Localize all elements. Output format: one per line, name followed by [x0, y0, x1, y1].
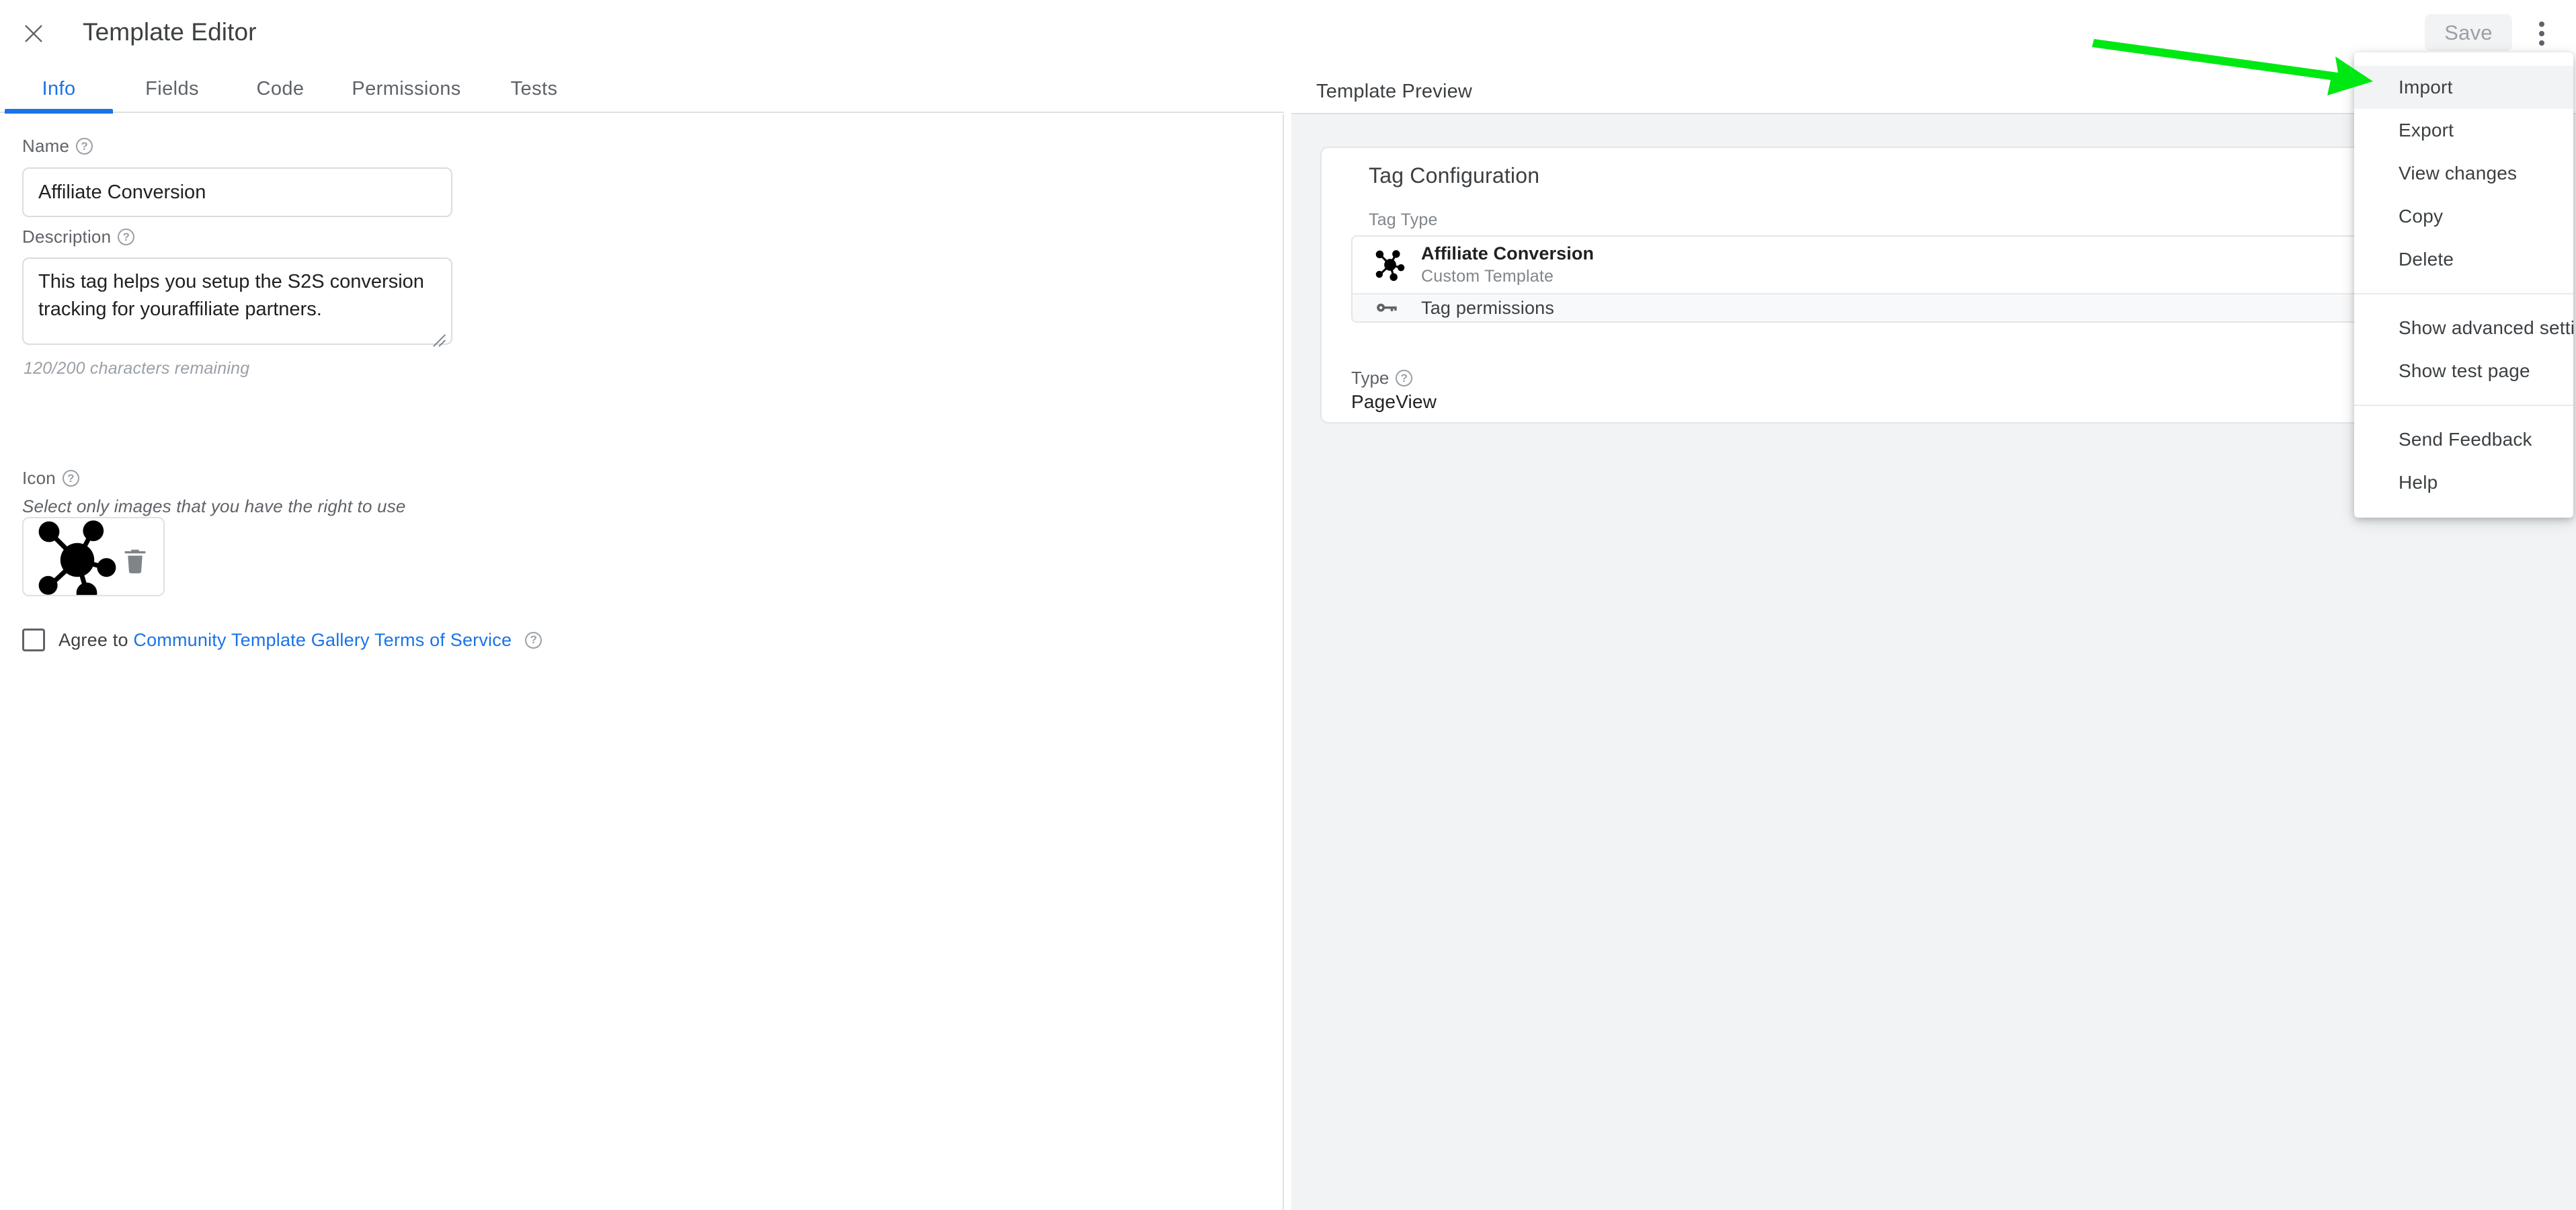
menu-item-export[interactable]: Export: [2354, 109, 2573, 152]
description-textarea[interactable]: [22, 257, 452, 345]
tab-code[interactable]: Code: [227, 66, 334, 112]
icon-rights-hint: Select only images that you have the rig…: [22, 496, 406, 516]
tag-type-name: Affiliate Conversion: [1421, 243, 1595, 264]
page-title: Template Editor: [83, 18, 257, 46]
agree-terms-row: Agree to Community Template Gallery Term…: [22, 629, 542, 651]
name-input[interactable]: [22, 167, 452, 217]
close-icon: [25, 25, 42, 42]
menu-item-show-test-page[interactable]: Show test page: [2354, 350, 2573, 393]
agree-terms-checkbox[interactable]: [22, 629, 45, 651]
menu-item-send-feedback[interactable]: Send Feedback: [2354, 418, 2573, 461]
key-icon: [1377, 303, 1397, 312]
tag-type-subtitle: Custom Template: [1421, 267, 1554, 286]
editor-tabs: Info Fields Code Permissions Tests: [0, 66, 1284, 114]
more-vert-icon: [2539, 22, 2544, 27]
hub-network-icon: [1375, 250, 1405, 281]
tag-type-row[interactable]: Affiliate Conversion Custom Template: [1353, 237, 2523, 293]
tag-configuration-title: Tag Configuration: [1369, 163, 1540, 188]
template-editor-window: Template Editor Save Info Fields Code Pe…: [0, 0, 2576, 1210]
overflow-menu: Import Export View changes Copy Delete S…: [2354, 52, 2576, 518]
tab-fields[interactable]: Fields: [118, 66, 227, 112]
help-icon[interactable]: ?: [1396, 370, 1413, 387]
type-label-group: Type ?: [1351, 368, 1413, 389]
trash-icon: [124, 549, 146, 573]
menu-item-copy[interactable]: Copy: [2354, 195, 2573, 238]
description-char-count: 120/200 characters remaining: [24, 359, 250, 378]
more-vert-button[interactable]: [2524, 16, 2559, 51]
menu-separator-2: [2354, 405, 2573, 406]
more-vert-icon-dot3: [2539, 40, 2544, 46]
tab-permissions[interactable]: Permissions: [334, 66, 479, 112]
description-label: Description: [22, 227, 112, 247]
tag-permissions-label: Tag permissions: [1421, 297, 1555, 318]
help-icon[interactable]: ?: [525, 631, 542, 649]
menu-item-delete[interactable]: Delete: [2354, 238, 2573, 281]
type-label: Type: [1351, 368, 1390, 388]
tab-tests[interactable]: Tests: [479, 66, 590, 112]
active-tab-indicator: [5, 109, 113, 114]
agree-prefix: Agree to: [58, 629, 134, 650]
tag-type-label: Tag Type: [1369, 210, 1438, 229]
menu-item-show-advanced-settings[interactable]: Show advanced settings: [2354, 307, 2576, 350]
help-icon[interactable]: ?: [62, 470, 79, 487]
icon-label: Icon: [22, 468, 56, 488]
tag-type-selector[interactable]: Affiliate Conversion Custom Template Tag…: [1351, 235, 2524, 323]
hub-network-icon: [38, 520, 116, 595]
save-button[interactable]: Save: [2425, 14, 2512, 51]
icon-label-group: Icon ?: [22, 468, 79, 489]
tab-info[interactable]: Info: [0, 66, 118, 112]
tag-permissions-row[interactable]: Tag permissions: [1353, 293, 2523, 321]
menu-separator-1: [2354, 293, 2573, 294]
help-icon[interactable]: ?: [76, 138, 93, 155]
delete-icon-button[interactable]: [120, 544, 151, 578]
menu-item-import[interactable]: Import: [2354, 66, 2573, 109]
menu-item-view-changes[interactable]: View changes: [2354, 152, 2573, 195]
name-label: Name: [22, 136, 70, 156]
info-form-panel: Name ? Description ? 120/200 characters …: [0, 114, 1284, 1210]
agree-terms-text: Agree to Community Template Gallery Term…: [58, 630, 512, 651]
type-value: PageView: [1351, 391, 1437, 412]
menu-item-help[interactable]: Help: [2354, 461, 2573, 504]
name-label-group: Name ?: [22, 136, 93, 157]
help-icon[interactable]: ?: [118, 229, 135, 245]
more-vert-icon-dot2: [2539, 31, 2544, 36]
close-button[interactable]: [20, 20, 47, 47]
preview-title: Template Preview: [1316, 81, 1473, 102]
terms-of-service-link[interactable]: Community Template Gallery Terms of Serv…: [133, 630, 512, 650]
top-app-bar: Template Editor Save: [0, 0, 2576, 66]
description-label-group: Description ?: [22, 227, 135, 247]
